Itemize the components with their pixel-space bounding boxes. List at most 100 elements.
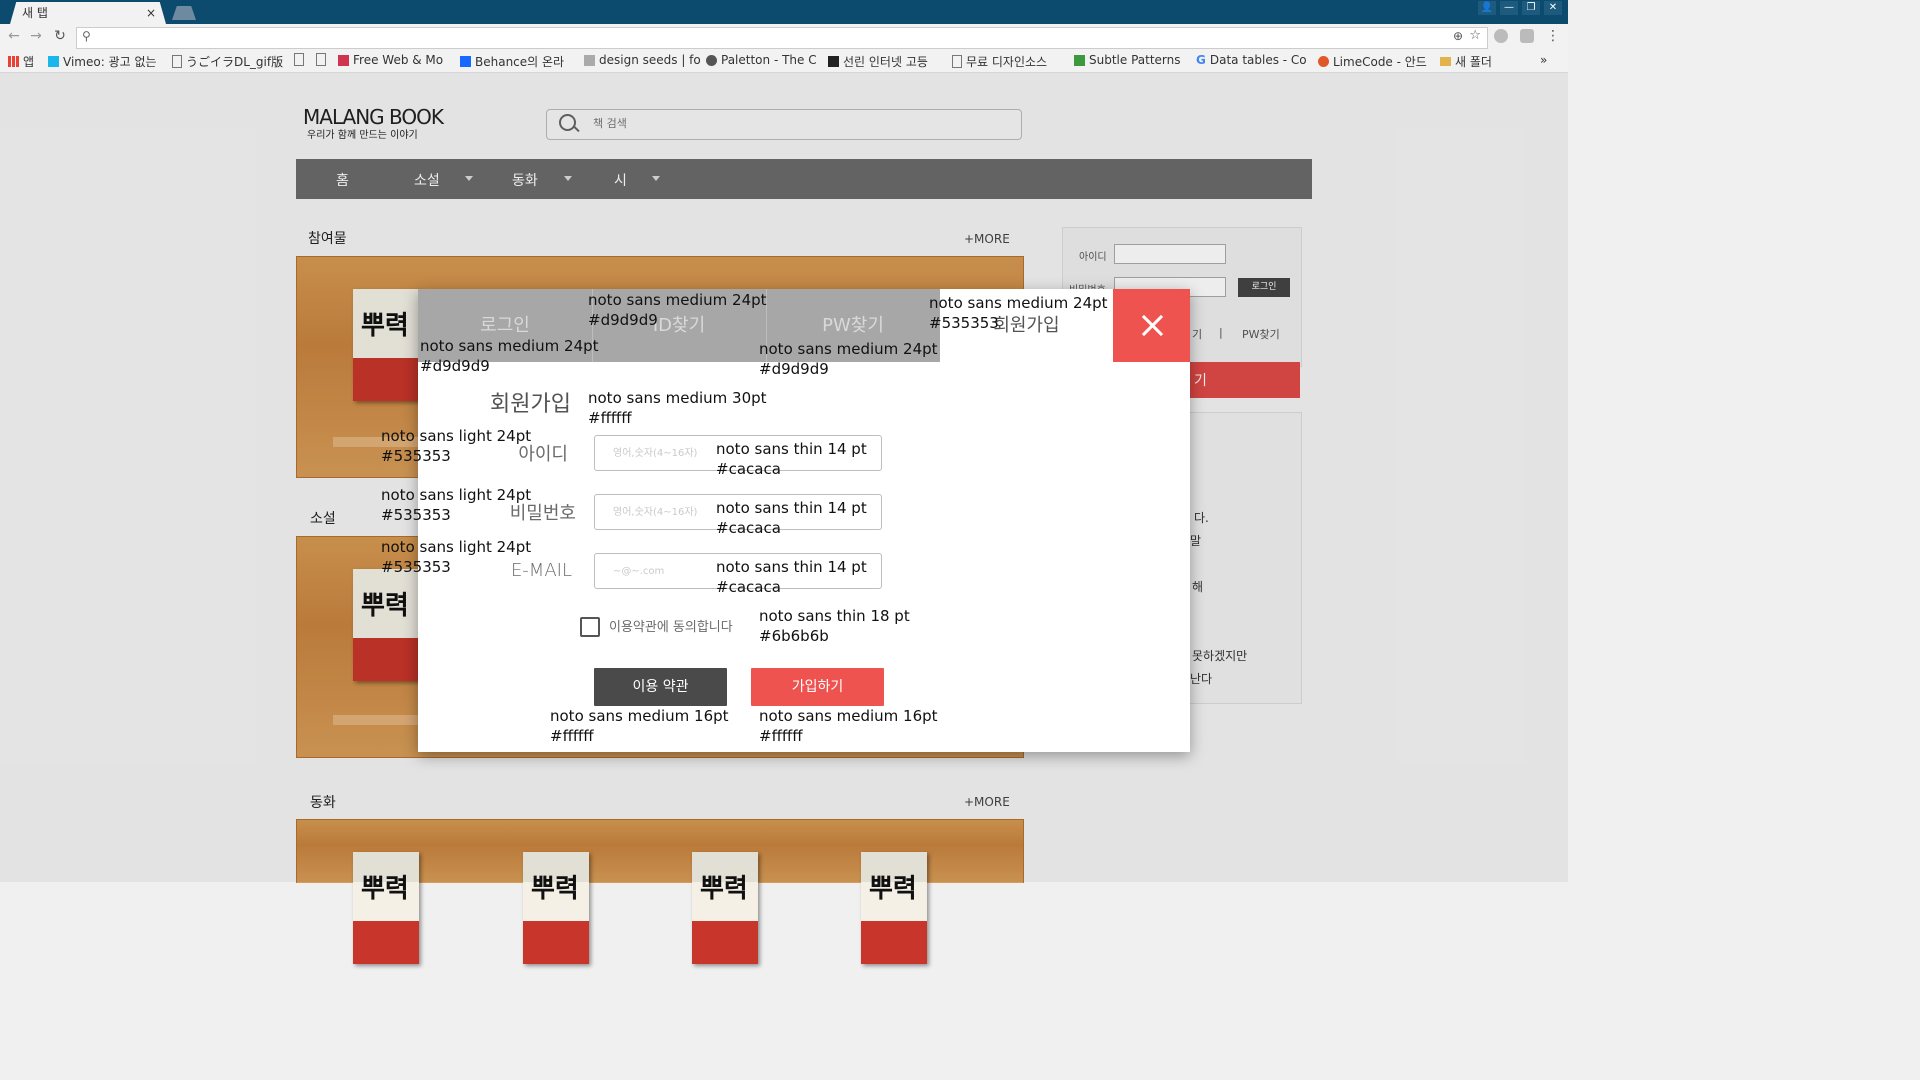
spec-color: #ffffff [759,727,803,745]
bookmark-label: 새 폴더 [1455,55,1492,69]
spec-font: noto sans medium 24pt [759,340,938,358]
spec-font: noto sans medium 24pt [588,291,767,309]
spec-color: #cacaca [716,460,781,478]
minimize-button[interactable]: — [1500,1,1518,15]
zoom-icon[interactable]: ⊕ [1453,29,1463,43]
spec-color: #6b6b6b [759,627,829,645]
school-icon [828,56,839,67]
browser-menu-icon[interactable]: ⋮ [1545,28,1561,44]
tab-title: 새 탭 [22,6,48,20]
page-icon [172,55,182,68]
profile-icon[interactable]: 👤 [1478,1,1496,15]
bookmark-design-seeds[interactable]: design seeds | fo [584,53,701,67]
spec-color: #d9d9d9 [759,360,829,378]
spec-annotation: noto sans thin 14 pt #cacaca [716,498,867,538]
bookmark-label: Paletton - The C [721,53,817,67]
spec-annotation: noto sans light 24pt #535353 [381,426,531,466]
spec-annotation: noto sans medium 30pt #ffffff [588,388,767,428]
bookmark-label: 무료 디자인소스 [966,55,1048,69]
spec-color: #535353 [929,314,999,332]
spec-annotation: noto sans thin 14 pt #cacaca [716,557,867,597]
back-arrow-icon[interactable]: ← [6,28,22,44]
close-window-button[interactable]: ✕ [1544,1,1562,15]
bookmark-label: 선린 인터넷 고등 [843,55,928,69]
spec-font: noto sans light 24pt [381,486,532,504]
spec-color: #535353 [381,558,451,576]
agree-checkbox[interactable] [580,617,600,637]
bookmark-school[interactable]: 선린 인터넷 고등 [828,53,928,70]
bookmark-page[interactable] [294,53,304,66]
spec-font: noto sans light 24pt [381,427,532,445]
spec-annotation: noto sans thin 18 pt #6b6b6b [759,606,910,646]
new-tab-button[interactable] [172,6,196,20]
browser-toolbar: ← → ↻ ⚲ ⊕ ☆ ⋮ [0,24,1568,50]
bookmark-label: Behance의 온라 [475,55,565,69]
spec-annotation: noto sans light 24pt #535353 [381,485,531,525]
spec-font: noto sans thin 14 pt [716,558,867,576]
spec-color: #ffffff [588,409,632,427]
spec-color: #cacaca [716,578,781,596]
bookmark-label: Free Web & Mo [353,53,444,67]
subtle-patterns-icon [1074,54,1085,66]
bookmark-label: うごイラDL_gif版 [186,55,284,69]
page-icon [316,53,326,66]
spec-color: #535353 [381,506,451,524]
spec-font: noto sans medium 16pt [759,707,938,725]
bookmark-label: Data tables - Co [1209,53,1307,67]
agree-label[interactable]: 이용약관에 동의합니다 [609,616,733,635]
join-button[interactable]: 가입하기 [751,668,884,706]
folder-icon [1440,57,1451,66]
spec-annotation: noto sans medium 24pt #d9d9d9 [759,339,938,379]
bookmark-vimeo[interactable]: Vimeo: 광고 없는 [48,53,157,70]
paletton-icon [706,54,717,66]
bookmark-ugoira[interactable]: うごイラDL_gif版 [172,53,283,70]
spec-font: noto sans medium 24pt [929,294,1108,312]
bookmark-data-tables[interactable]: G Data tables - Co [1196,53,1307,67]
browser-tab[interactable]: 새 탭 × [10,2,166,24]
window-controls: 👤 — ❐ ✕ [1478,0,1562,18]
spec-font: noto sans thin 14 pt [716,499,867,517]
spec-annotation: noto sans thin 14 pt #cacaca [716,439,867,479]
bookmark-subtle-patterns[interactable]: Subtle Patterns [1074,53,1181,67]
invision-icon [338,54,349,66]
bookmark-free-design[interactable]: 무료 디자인소스 [952,53,1047,70]
restore-button[interactable]: ❐ [1522,1,1540,15]
bookmark-invision[interactable]: Free Web & Mo [338,53,443,67]
address-bar[interactable]: ⚲ ⊕ ☆ [76,27,1488,49]
bookmark-star-icon[interactable]: ☆ [1469,28,1481,43]
spec-font: noto sans medium 16pt [550,707,729,725]
close-icon[interactable] [1113,289,1190,362]
bookmark-label: LimeCode - 안드 [1333,55,1427,69]
forward-arrow-icon[interactable]: → [28,28,44,44]
behance-icon [460,56,471,67]
bookmark-label: Subtle Patterns [1089,53,1181,67]
vimeo-icon [48,56,59,67]
browser-titlebar: 새 탭 × 👤 — ❐ ✕ [0,0,1568,24]
bookmark-folder[interactable]: 새 폴더 [1440,53,1492,70]
spec-font: noto sans thin 18 pt [759,607,910,625]
terms-button[interactable]: 이용 약관 [594,668,727,706]
extension-t-icon[interactable] [1520,29,1534,43]
limecode-icon [1318,56,1329,67]
page-icon [294,53,304,66]
spec-annotation: noto sans light 24pt #535353 [381,537,531,577]
design-seeds-icon [584,54,595,66]
tab-close-icon[interactable]: × [146,2,156,24]
bookmark-label: Vimeo: 광고 없는 [63,55,157,69]
google-icon: G [1196,53,1206,67]
bookmarks-overflow-icon[interactable]: » [1540,53,1547,67]
bookmark-apps[interactable]: 앱 [8,53,34,70]
bookmark-behance[interactable]: Behance의 온라 [460,53,564,70]
bookmark-limecode[interactable]: LimeCode - 안드 [1318,53,1427,70]
search-icon: ⚲ [82,29,91,43]
bookmark-paletton[interactable]: Paletton - The C [706,53,817,67]
extension-icon[interactable] [1494,29,1508,43]
page-icon [952,55,962,68]
spec-color: #ffffff [550,727,594,745]
bookmark-page[interactable] [316,53,326,66]
bookmark-label: design seeds | fo [599,53,701,67]
spec-font: noto sans medium 30pt [588,389,767,407]
reload-icon[interactable]: ↻ [52,28,68,44]
spec-annotation: noto sans medium 16pt #ffffff [550,706,729,746]
spec-color: #cacaca [716,519,781,537]
